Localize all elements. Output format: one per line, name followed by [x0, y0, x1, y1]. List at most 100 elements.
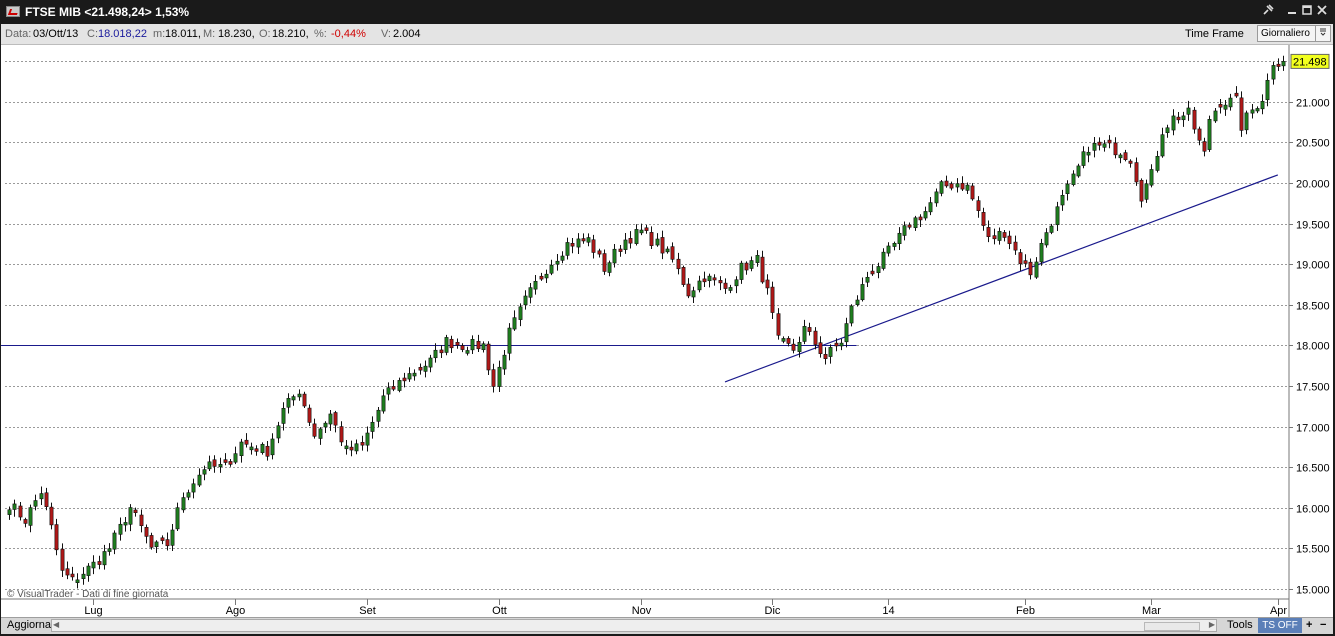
candle-body — [107, 548, 112, 552]
candle-body — [465, 350, 470, 354]
candle — [149, 532, 154, 550]
candle-body — [765, 279, 770, 289]
candle — [70, 566, 75, 581]
candle — [312, 418, 317, 439]
candle — [197, 468, 202, 487]
candle — [560, 251, 565, 264]
candle — [1255, 106, 1260, 114]
trend-line[interactable] — [724, 174, 1279, 383]
price-chart[interactable]: 15.000 15.500 16.000 16.500 17.000 17.500 18.0… — [1, 45, 1333, 617]
candle-body — [175, 507, 180, 530]
candle — [602, 249, 607, 275]
candle — [486, 341, 491, 376]
candle — [712, 274, 717, 286]
candle — [455, 338, 460, 349]
candle — [981, 207, 986, 231]
candle — [923, 206, 928, 221]
candle-body — [455, 341, 460, 346]
scroll-thumb[interactable] — [1144, 622, 1200, 631]
candle-body — [1186, 107, 1191, 115]
zoom-in-button[interactable]: + — [1306, 618, 1312, 633]
candle — [949, 181, 954, 191]
candle-body — [981, 212, 986, 226]
candle — [786, 336, 791, 347]
candle-body — [12, 503, 17, 510]
timeframe-select[interactable]: Giornaliero — [1257, 25, 1331, 42]
close-icon[interactable] — [1313, 3, 1331, 21]
candle — [1218, 98, 1223, 114]
candle-body — [1107, 139, 1112, 144]
candle-body — [612, 248, 617, 264]
candle-body — [1065, 183, 1070, 194]
candle — [270, 433, 275, 460]
candle-body — [381, 395, 386, 412]
candle — [1076, 163, 1081, 178]
candle — [165, 532, 170, 551]
candle-body — [407, 373, 412, 380]
candle-body — [1018, 252, 1023, 265]
candle — [18, 502, 23, 521]
y-tick-label: 19.500 — [1296, 220, 1330, 232]
candle — [970, 183, 975, 201]
candle — [112, 530, 117, 555]
candle-body — [481, 343, 486, 351]
candle — [849, 304, 854, 327]
y-tick-label: 15.000 — [1296, 585, 1330, 597]
candle-body — [634, 229, 639, 244]
candle-body — [533, 280, 538, 290]
candle — [476, 334, 481, 352]
scroll-left-icon[interactable]: ◀ — [53, 620, 59, 629]
candle — [607, 260, 612, 277]
candle-body — [623, 239, 628, 250]
candle — [776, 308, 781, 340]
candle-body — [1123, 152, 1128, 160]
candle-body — [576, 238, 581, 248]
candle — [1186, 100, 1191, 121]
candle — [1207, 115, 1212, 152]
candle — [723, 278, 728, 294]
candle — [1118, 153, 1123, 164]
candle-body — [428, 357, 433, 368]
candle-body — [607, 262, 612, 273]
candle — [1165, 124, 1170, 138]
time-scrollbar[interactable]: ◀ ▶ — [51, 619, 1217, 632]
candle-body — [423, 365, 428, 372]
candle-body — [391, 386, 396, 390]
candle — [844, 317, 849, 348]
candle — [1276, 58, 1281, 72]
window-titlebar[interactable]: FTSE MIB <21.498,24> 1,53% — [0, 0, 1335, 24]
candle — [802, 319, 807, 345]
y-tick-label: 21.000 — [1296, 98, 1330, 110]
high-label: M: — [203, 28, 216, 40]
candle — [123, 516, 128, 532]
candle — [618, 244, 623, 257]
ts-off-toggle[interactable]: TS OFF — [1258, 618, 1302, 633]
candle-body — [823, 354, 828, 359]
candle — [144, 524, 149, 544]
candle-body — [70, 573, 75, 578]
pin-icon[interactable] — [1259, 3, 1277, 21]
candle-body — [254, 448, 259, 452]
candle — [376, 406, 381, 428]
candle — [354, 439, 359, 455]
candle-body — [312, 423, 317, 437]
tools-button[interactable]: Tools — [1227, 618, 1253, 633]
candle-body — [555, 260, 560, 265]
candle-body — [1071, 173, 1076, 185]
refresh-button[interactable]: Aggiorna — [7, 618, 51, 633]
candle — [1092, 137, 1097, 158]
candle-body — [544, 273, 549, 279]
candle-body — [1228, 97, 1233, 108]
candle — [1039, 238, 1044, 266]
y-tick-label: 16.000 — [1296, 504, 1330, 516]
candle-body — [755, 255, 760, 263]
zoom-out-button[interactable]: − — [1320, 618, 1326, 633]
candle — [502, 350, 507, 375]
chart-area[interactable]: 15.000 15.500 16.000 16.500 17.000 17.500 18.0… — [1, 45, 1333, 617]
candle — [1060, 189, 1065, 211]
open-label: O: — [259, 28, 271, 40]
scroll-right-icon[interactable]: ▶ — [1209, 620, 1215, 629]
candle-body — [1192, 109, 1197, 130]
candle — [744, 261, 749, 275]
candle — [91, 555, 96, 575]
